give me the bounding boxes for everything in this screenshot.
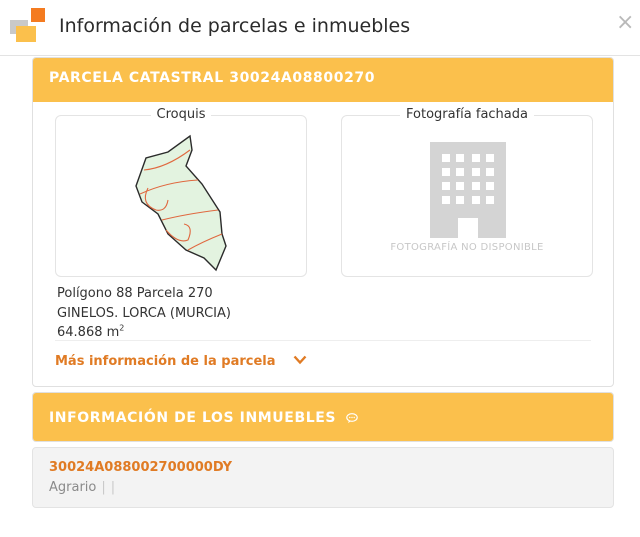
speech-bubble-icon <box>346 412 358 423</box>
parcel-municipality: GINELOS. LORCA (MURCIA) <box>57 305 231 321</box>
photo-panel: Fotografía fachada FOTOGRAFÍA NO DISPONI… <box>341 107 593 277</box>
properties-card: INFORMACIÓN DE LOS INMUEBLES <box>32 392 614 442</box>
parcel-card-header: PARCELA CATASTRAL 30024A08800270 <box>33 58 613 102</box>
property-usage-label: Agrario <box>49 480 97 495</box>
parcel-details: Polígono 88 Parcela 270 GINELOS. LORCA (… <box>57 284 231 343</box>
property-item[interactable]: 30024A088002700000DY Agrario | | <box>32 447 614 508</box>
photo-unavailable-text: FOTOGRAFÍA NO DISPONIBLE <box>390 242 544 253</box>
property-reference[interactable]: 30024A088002700000DY <box>49 460 232 475</box>
properties-title: INFORMACIÓN DE LOS INMUEBLES <box>49 410 337 426</box>
cadastre-logo-icon <box>10 8 45 42</box>
property-usage: Agrario | | <box>49 480 115 495</box>
parcel-location: Polígono 88 Parcela 270 <box>57 286 213 301</box>
more-info-link-text[interactable]: Más información de la parcela <box>55 354 276 369</box>
separator: | <box>110 480 116 495</box>
photo-label: Fotografía fachada <box>400 107 534 122</box>
parcel-title: PARCELA CATASTRAL 30024A08800270 <box>49 70 376 86</box>
chevron-down-icon[interactable] <box>293 355 307 365</box>
sketch-label: Croquis <box>150 107 212 122</box>
separator: | <box>101 480 106 495</box>
dialog-header: Información de parcelas e inmuebles × <box>0 0 640 56</box>
properties-card-header: INFORMACIÓN DE LOS INMUEBLES <box>33 393 613 441</box>
building-placeholder-icon <box>430 142 506 238</box>
dialog-title: Información de parcelas e inmuebles <box>59 15 411 37</box>
sketch-panel: Croquis <box>55 107 307 277</box>
parcel-card: PARCELA CATASTRAL 30024A08800270 Croquis… <box>32 57 614 387</box>
parcel-area-unit-exp: 2 <box>119 323 125 333</box>
close-icon[interactable]: × <box>616 12 634 34</box>
parcel-area-value: 64.868 m <box>57 325 120 340</box>
parcel-sketch-icon[interactable] <box>126 130 238 272</box>
more-info-link[interactable]: Más información de la parcela <box>55 340 591 369</box>
